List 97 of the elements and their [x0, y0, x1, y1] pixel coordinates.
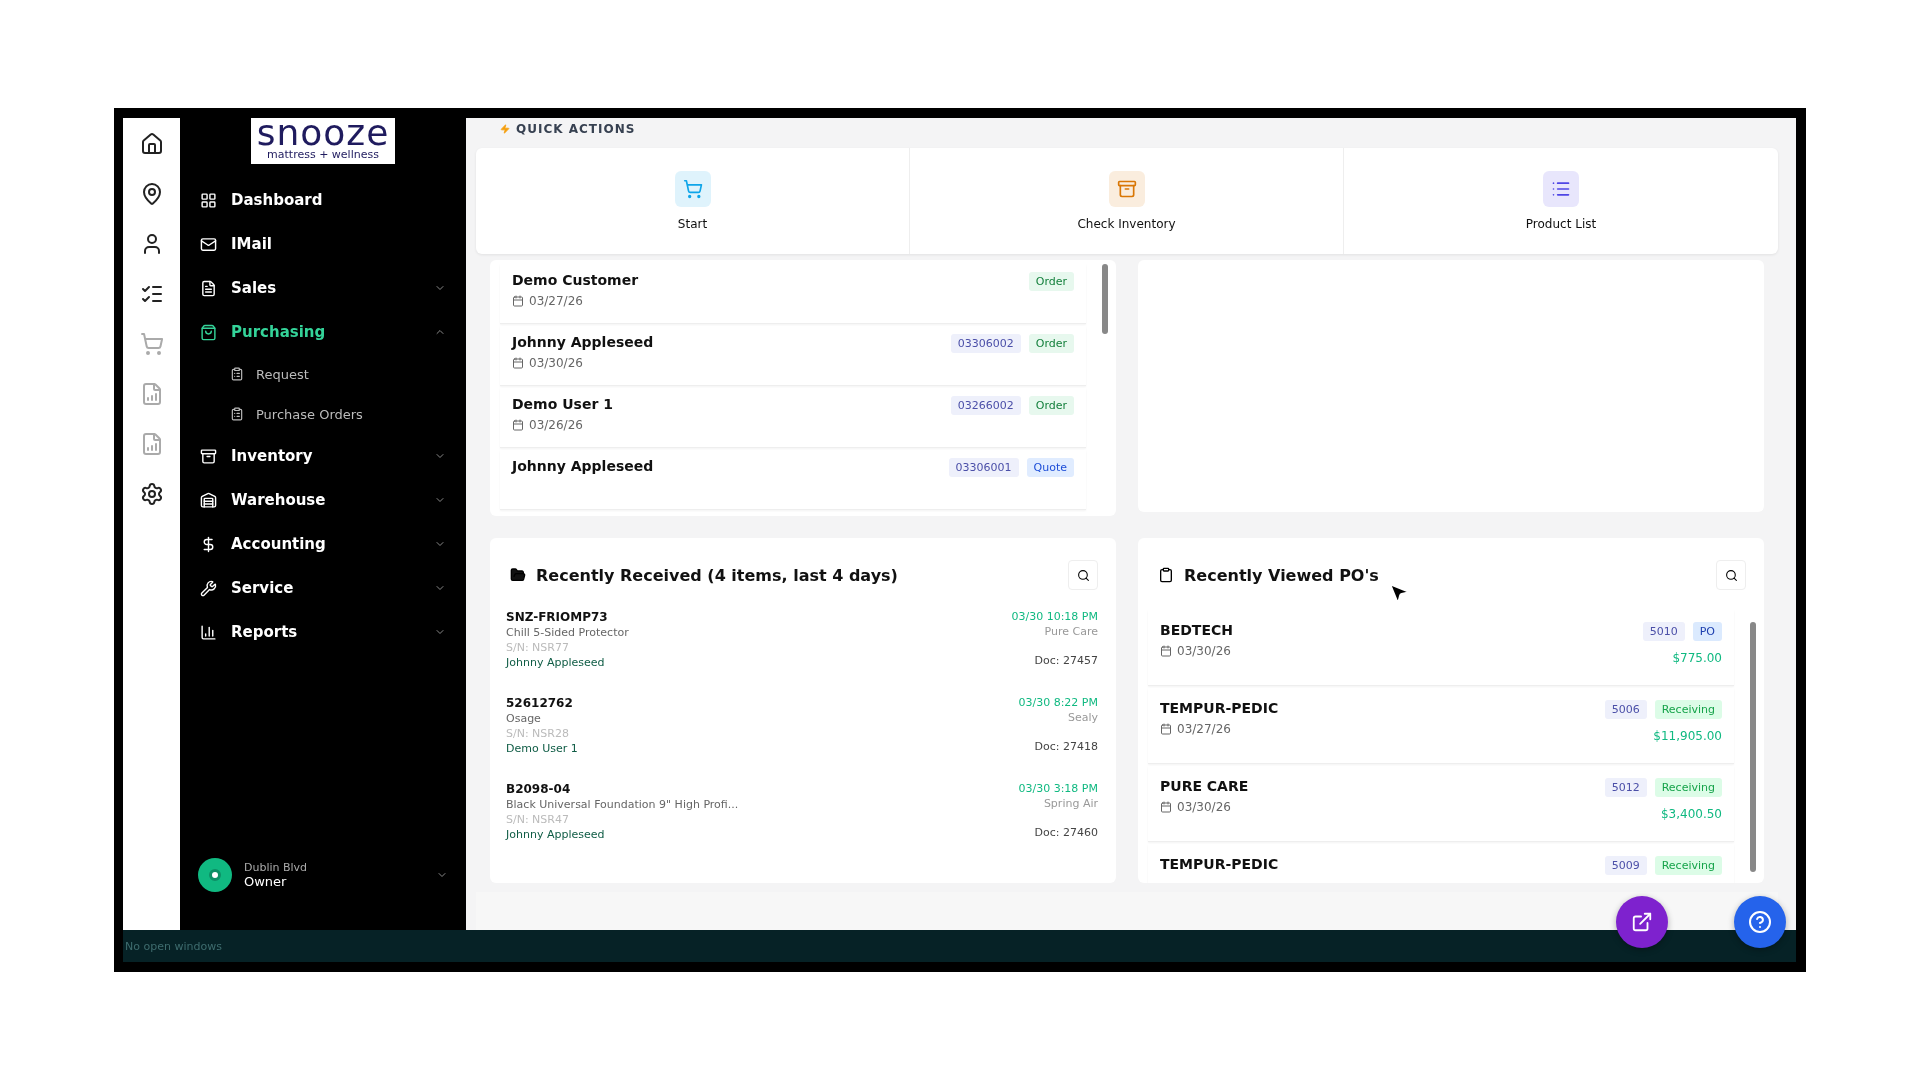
document-number: Doc: 27460: [1034, 826, 1098, 839]
quick-action-button[interactable]: Start: [476, 148, 910, 254]
quick-action-button[interactable]: Product List: [1344, 148, 1778, 254]
sidebar-item[interactable]: Purchasing: [180, 310, 466, 354]
panel-title: Recently Viewed PO's: [1184, 565, 1380, 585]
sidebar-item[interactable]: Warehouse: [180, 478, 466, 522]
menu-item-icon: [200, 623, 217, 641]
folder-icon: [510, 567, 526, 583]
vendor-name: Sealy: [1067, 711, 1098, 724]
vendor-name: Pure Care: [1044, 625, 1098, 638]
received-time: 03/30 3:18 PM: [1018, 782, 1098, 795]
order-card[interactable]: Johnny Appleseed 03/30/26 03306002 Order: [500, 326, 1086, 386]
item-sku: B2098-04: [506, 782, 572, 796]
po-number: 5010: [1642, 622, 1685, 641]
status-badge: Order: [1028, 334, 1074, 353]
status-badge: Order: [1028, 396, 1074, 415]
taskbar-status: No open windows: [125, 939, 222, 953]
received-time: 03/30 10:18 PM: [1011, 610, 1098, 623]
user-name: Johnny Appleseed: [506, 828, 606, 841]
panel-title: Recently Received (4 items, last 4 days): [536, 565, 899, 585]
sidebar-item[interactable]: Accounting: [180, 522, 466, 566]
quick-action-button[interactable]: Check Inventory: [910, 148, 1344, 254]
document-number: Doc: 27457: [1034, 654, 1098, 667]
status-badge: PO: [1692, 622, 1722, 641]
menu-item-icon: [200, 579, 217, 597]
menu-item-icon: [200, 491, 217, 509]
search-button[interactable]: [1716, 560, 1746, 590]
serial-number: S/N: NSR28: [506, 727, 570, 740]
scrollbar-thumb[interactable]: [1102, 264, 1108, 334]
vendor-name: Spring Air: [1043, 797, 1098, 810]
menu-item-icon: [200, 235, 217, 253]
status-badge: Receiving: [1654, 700, 1722, 719]
calendar-icon: [512, 419, 524, 431]
serial-number: S/N: NSR77: [506, 641, 570, 654]
clipboard-icon: [1158, 567, 1174, 583]
search-icon: [1076, 568, 1090, 582]
location-label: Dublin Blvd: [244, 861, 309, 874]
menu-item-icon: [200, 191, 217, 209]
order-number: 03306001: [948, 458, 1019, 477]
sidebar-subitem[interactable]: Purchase Orders: [180, 394, 466, 434]
scrollbar-thumb[interactable]: [1750, 622, 1756, 872]
order-card[interactable]: Demo Customer 03/27/26 Order: [500, 264, 1086, 324]
po-card[interactable]: PURE CARE 03/30/26 5012 Receiving $3,400.50: [1148, 766, 1734, 842]
calendar-icon: [1160, 801, 1172, 813]
calendar-icon: [512, 357, 524, 369]
document-icon: [230, 367, 244, 381]
item-description: Black Universal Foundation 9" High Profi...: [506, 798, 740, 811]
lightning-icon: [500, 124, 510, 134]
section-title: QUICK ACTIONS: [516, 122, 636, 136]
calendar-icon: [1160, 723, 1172, 735]
settings-icon[interactable]: [139, 482, 164, 506]
item-description: Osage: [506, 712, 542, 725]
serial-number: S/N: NSR47: [506, 813, 570, 826]
po-card[interactable]: BEDTECH 03/30/26 5010 PO $775.00: [1148, 610, 1734, 686]
search-icon: [1724, 568, 1738, 582]
sidebar-item[interactable]: Service: [180, 566, 466, 610]
item-sku: 52612762: [506, 696, 574, 710]
help-icon: [1748, 910, 1772, 934]
document-number: Doc: 27418: [1034, 740, 1098, 753]
po-number: 5012: [1604, 778, 1647, 797]
user-role: Owner: [244, 874, 288, 889]
order-number: 03306002: [950, 334, 1021, 353]
user-name: Johnny Appleseed: [506, 656, 606, 669]
user-avatar[interactable]: [198, 858, 232, 892]
sidebar-item[interactable]: IMail: [180, 222, 466, 266]
search-button[interactable]: [1068, 560, 1098, 590]
external-link-icon: [1631, 911, 1653, 933]
user-name: Demo User 1: [506, 742, 579, 755]
status-badge: Order: [1028, 272, 1074, 291]
item-sku: SNZ-FRIOMP73: [506, 610, 609, 624]
po-number: 5009: [1604, 856, 1647, 875]
status-badge: Quote: [1026, 458, 1074, 477]
sidebar-item[interactable]: Inventory: [180, 434, 466, 478]
po-amount: $11,905.00: [1653, 729, 1722, 743]
sidebar-item[interactable]: Dashboard: [180, 178, 466, 222]
po-card[interactable]: TEMPUR-PEDIC 03/27/26 5006 Receiving $11,905.00: [1148, 688, 1734, 764]
po-amount: $775.00: [1672, 651, 1722, 665]
sidebar-item[interactable]: Reports: [180, 610, 466, 654]
po-amount: $3,400.50: [1660, 807, 1722, 821]
item-description: Chill 5-Sided Protector: [506, 626, 630, 639]
menu-item-icon: [200, 323, 217, 341]
calendar-icon: [512, 295, 524, 307]
status-badge: Receiving: [1654, 856, 1722, 875]
brand-logo: snooze mattress + wellness: [251, 118, 395, 164]
home-icon[interactable]: [139, 132, 164, 156]
sidebar-subitem[interactable]: Request: [180, 354, 466, 394]
status-badge: Receiving: [1654, 778, 1722, 797]
calendar-icon: [1160, 645, 1172, 657]
order-number: 03266002: [950, 396, 1021, 415]
received-time: 03/30 8:22 PM: [1018, 696, 1098, 709]
sidebar-item[interactable]: Sales: [180, 266, 466, 310]
order-card[interactable]: Johnny Appleseed 03306001 Quote: [500, 450, 1086, 510]
document-icon: [230, 407, 244, 421]
po-number: 5006: [1604, 700, 1647, 719]
menu-item-icon: [200, 279, 217, 297]
menu-item-icon: [200, 447, 217, 465]
order-card[interactable]: Demo User 1 03/26/26 03266002 Order: [500, 388, 1086, 448]
